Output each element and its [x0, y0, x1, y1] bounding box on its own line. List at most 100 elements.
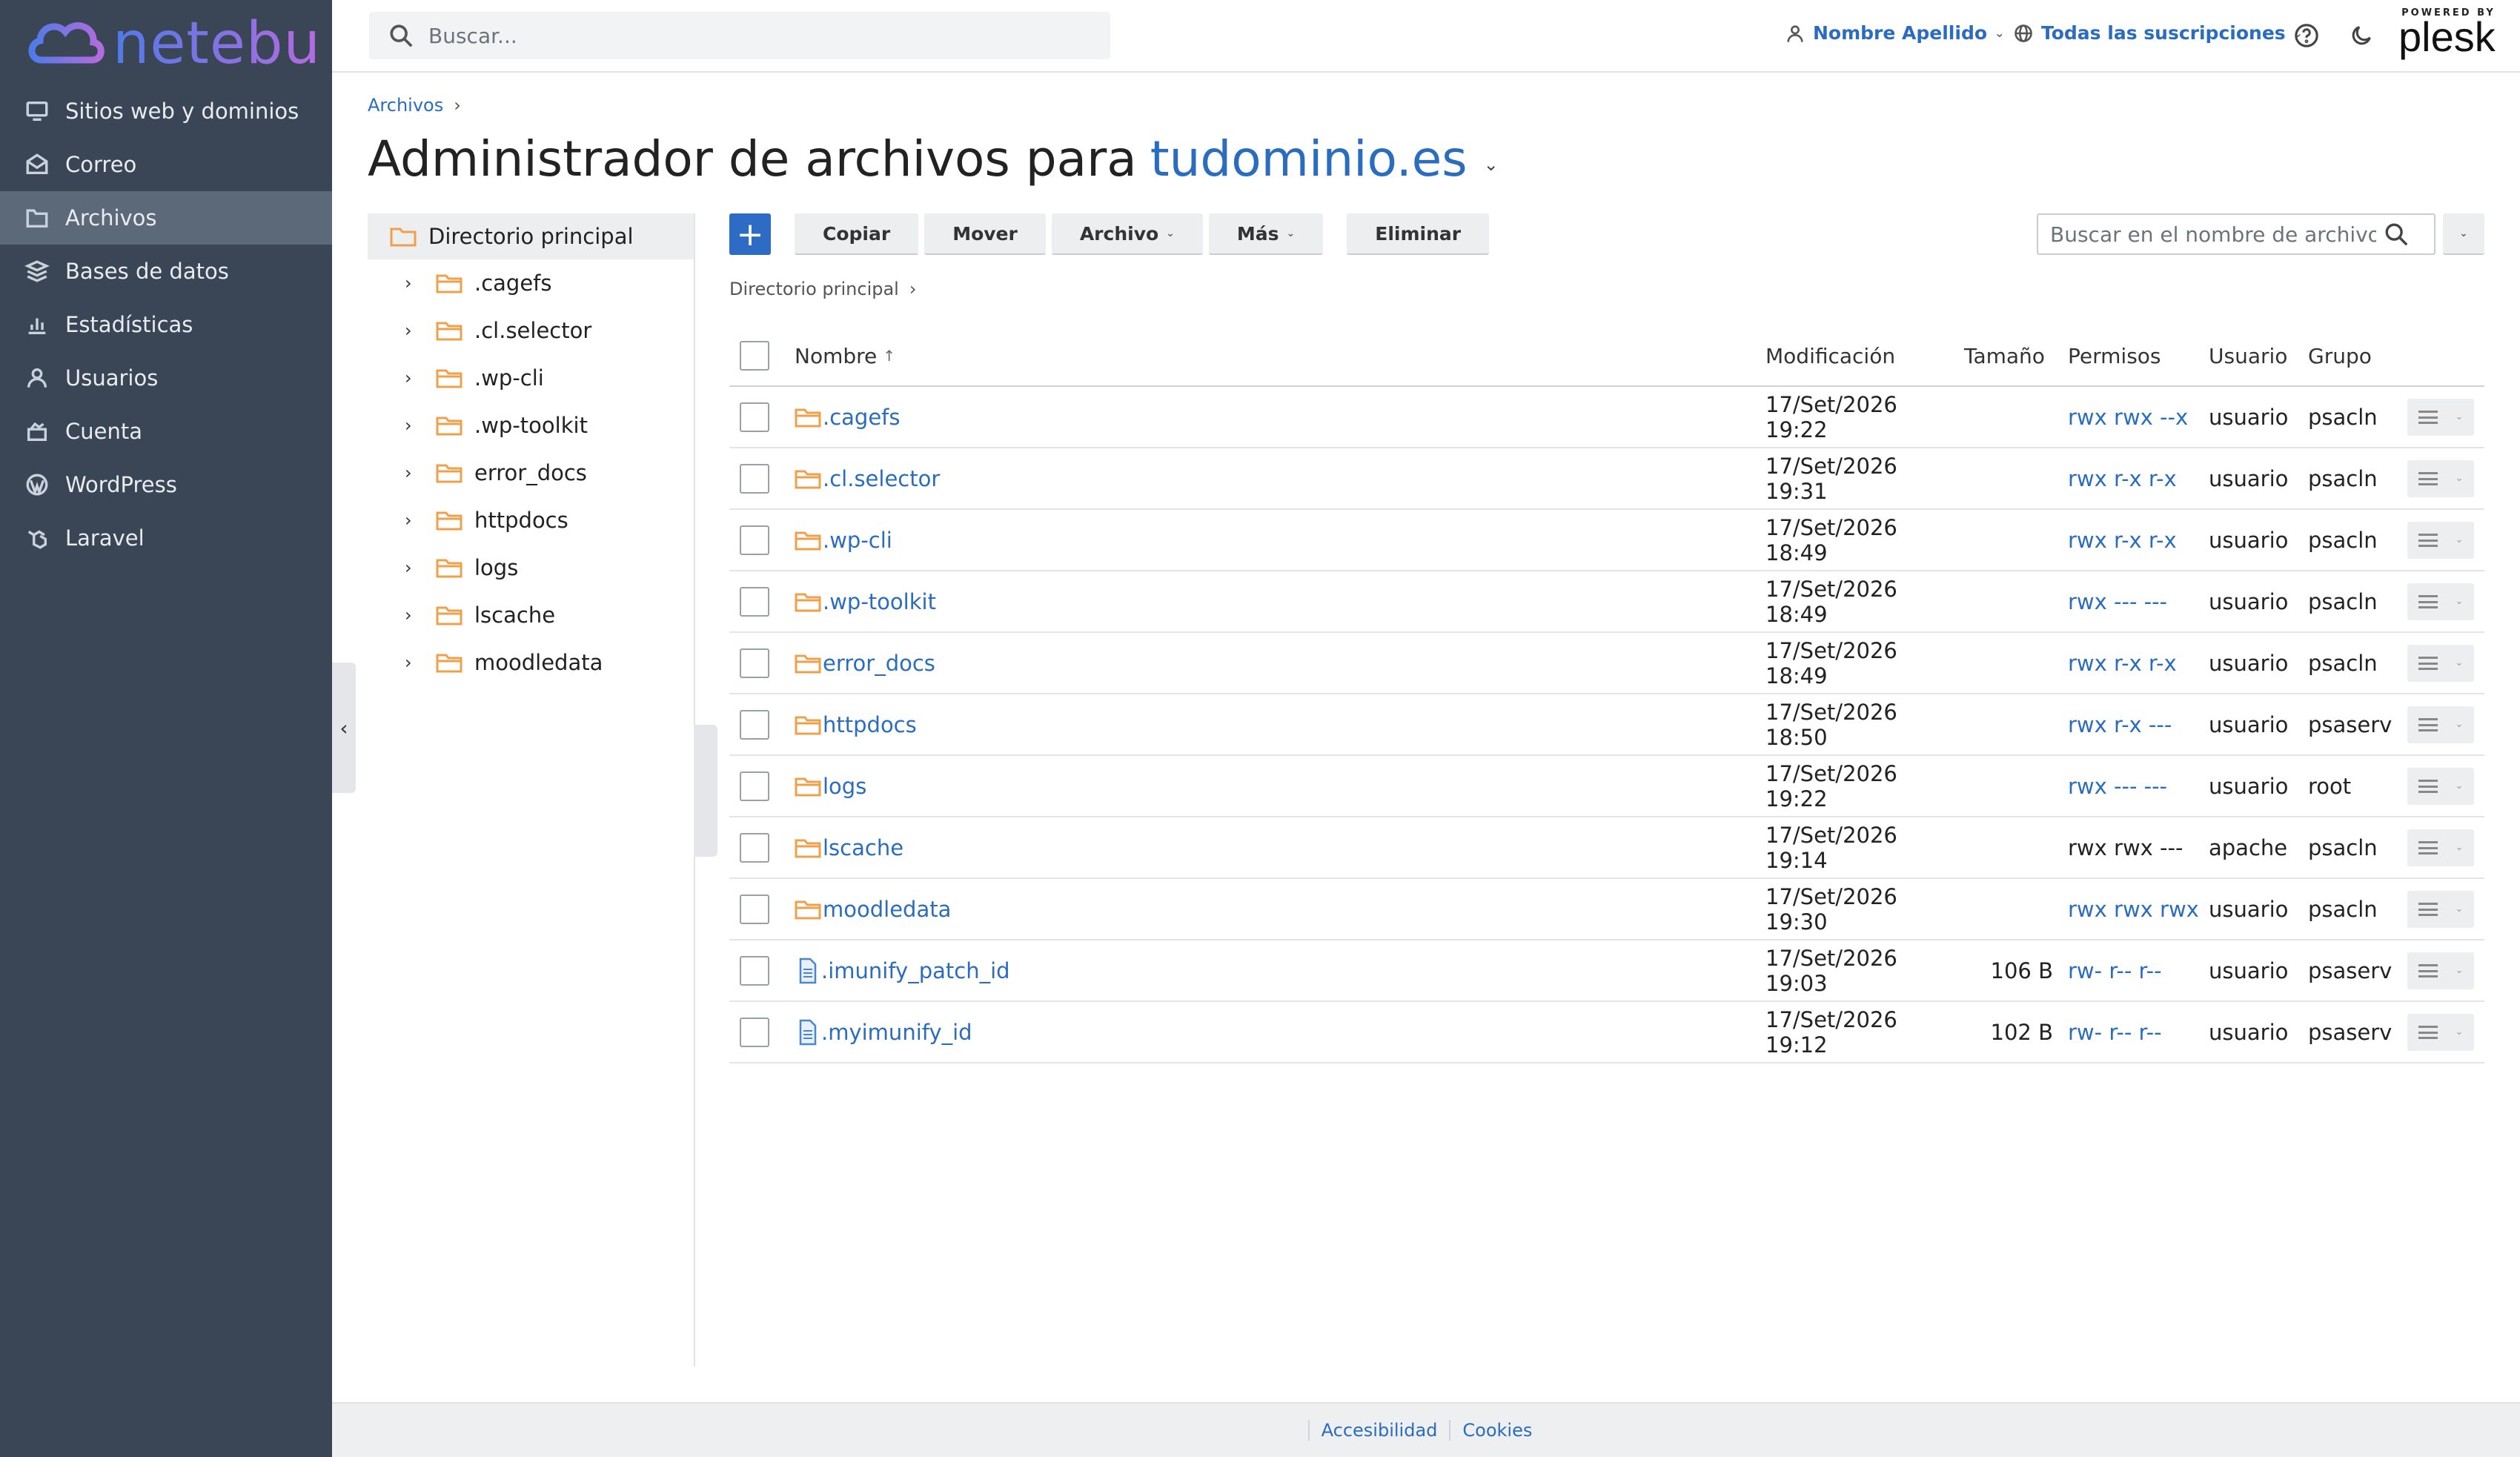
column-permissions[interactable]: Permisos	[2068, 344, 2209, 368]
chevron-right-icon[interactable]: ›	[405, 368, 422, 388]
chevron-right-icon[interactable]: ›	[405, 462, 422, 483]
column-size[interactable]: Tamaño	[1964, 344, 2068, 368]
table-row[interactable]: .cl.selector 17/Set/2026 19:31 rwx r-x r-x…	[729, 448, 2484, 510]
row-actions-button[interactable]: ⌄	[2407, 459, 2474, 497]
breadcrumb-archivos[interactable]: Archivos	[368, 95, 443, 116]
user-menu[interactable]: Nombre Apellido ⌄	[1785, 22, 2004, 44]
column-modified[interactable]: Modificación	[1765, 344, 1964, 368]
sidebar-item-usuarios[interactable]: Usuarios	[0, 351, 332, 405]
sidebar-item-archivos[interactable]: Archivos	[0, 191, 332, 245]
file-name-link[interactable]: httpdocs	[823, 712, 917, 737]
permissions-link[interactable]: rwx --- ---	[2068, 774, 2167, 799]
sidebar-item-bases-de-datos[interactable]: Bases de datos	[0, 245, 332, 298]
row-checkbox[interactable]	[740, 955, 769, 986]
subscriptions-menu[interactable]: Todas las suscripciones ⌄	[2013, 22, 2303, 44]
table-row[interactable]: .imunify_patch_id 17/Set/2026 19:03 106 B r…	[729, 940, 2484, 1002]
file-name-link[interactable]: .cagefs	[823, 405, 901, 430]
chevron-right-icon[interactable]: ›	[405, 652, 422, 673]
chevron-right-icon[interactable]: ›	[405, 605, 422, 625]
file-name-link[interactable]: lscache	[823, 835, 903, 860]
theme-toggle[interactable]	[2347, 21, 2376, 50]
row-actions-button[interactable]: ⌄	[2407, 521, 2474, 559]
sidebar-item-correo[interactable]: Correo	[0, 138, 332, 191]
row-checkbox[interactable]	[740, 1017, 769, 1047]
copy-button[interactable]: Copiar	[795, 213, 919, 255]
column-group[interactable]: Grupo	[2308, 344, 2407, 368]
permissions-link[interactable]: rwx r-x r-x	[2068, 651, 2177, 676]
domain-selector[interactable]: tudominio.es	[1150, 130, 1468, 187]
chevron-right-icon[interactable]: ›	[405, 510, 422, 531]
row-checkbox[interactable]	[740, 586, 769, 617]
sidebar-item-estad-sticas[interactable]: Estadísticas	[0, 298, 332, 351]
row-actions-button[interactable]: ⌄	[2407, 890, 2474, 928]
row-actions-button[interactable]: ⌄	[2407, 583, 2474, 620]
file-name-link[interactable]: error_docs	[823, 651, 935, 676]
file-name-link[interactable]: logs	[823, 774, 866, 799]
global-search-input[interactable]	[428, 23, 1095, 48]
permissions-link[interactable]: rwx --- ---	[2068, 589, 2167, 614]
permissions-link[interactable]: rw- r-- r--	[2068, 1020, 2162, 1045]
table-row[interactable]: .cagefs 17/Set/2026 19:22 rwx rwx --x usuar…	[729, 387, 2484, 448]
row-checkbox[interactable]	[740, 648, 769, 678]
tree-item[interactable]: › lscache	[368, 591, 694, 639]
tree-root[interactable]: Directorio principal	[368, 213, 694, 259]
path-root[interactable]: Directorio principal	[729, 279, 899, 299]
row-actions-button[interactable]: ⌄	[2407, 398, 2474, 436]
tree-item[interactable]: › httpdocs	[368, 497, 694, 544]
file-menu-button[interactable]: Archivo ⌄	[1051, 213, 1203, 255]
chevron-right-icon[interactable]: ›	[405, 557, 422, 578]
table-row[interactable]: .myimunify_id 17/Set/2026 19:12 102 B rw- r…	[729, 1002, 2484, 1063]
select-all-checkbox[interactable]	[740, 341, 769, 371]
permissions-link[interactable]: rwx r-x ---	[2068, 712, 2172, 737]
file-name-link[interactable]: .myimunify_id	[821, 1020, 972, 1045]
column-user[interactable]: Usuario	[2209, 344, 2308, 368]
permissions-link[interactable]: rwx r-x r-x	[2068, 466, 2177, 491]
row-checkbox[interactable]	[740, 832, 769, 863]
brand-logo[interactable]: netebu	[27, 10, 321, 77]
tree-item[interactable]: › .cagefs	[368, 259, 694, 307]
file-name-link[interactable]: .imunify_patch_id	[821, 958, 1010, 983]
sidebar-item-cuenta[interactable]: Cuenta	[0, 405, 332, 458]
file-search[interactable]	[2037, 213, 2436, 255]
chevron-right-icon[interactable]: ›	[405, 320, 422, 341]
row-actions-button[interactable]: ⌄	[2407, 644, 2474, 682]
search-options-button[interactable]: ⌄	[2443, 213, 2484, 255]
add-button[interactable]: +	[729, 213, 771, 255]
table-row[interactable]: error_docs 17/Set/2026 18:49 rwx r-x r-x us…	[729, 633, 2484, 694]
tree-resize-handle[interactable]	[694, 725, 717, 857]
sidebar-item-wordpress[interactable]: WordPress	[0, 458, 332, 511]
table-row[interactable]: .wp-toolkit 17/Set/2026 18:49 rwx --- --- u…	[729, 571, 2484, 633]
chevron-down-icon[interactable]: ⌄	[1484, 154, 1499, 175]
tree-item[interactable]: › .wp-toolkit	[368, 402, 694, 449]
row-actions-button[interactable]: ⌄	[2407, 1013, 2474, 1051]
permissions-link[interactable]: rwx rwx rwx	[2068, 897, 2199, 922]
sidebar-item-laravel[interactable]: Laravel	[0, 511, 332, 565]
cookies-link[interactable]: Cookies	[1449, 1420, 1544, 1441]
permissions-link[interactable]: rw- r-- r--	[2068, 958, 2162, 983]
row-actions-button[interactable]: ⌄	[2407, 952, 2474, 989]
tree-item[interactable]: › .cl.selector	[368, 307, 694, 354]
row-checkbox[interactable]	[740, 771, 769, 801]
row-actions-button[interactable]: ⌄	[2407, 706, 2474, 743]
sidebar-collapse-handle[interactable]: ‹	[332, 663, 356, 793]
tree-item[interactable]: › error_docs	[368, 449, 694, 497]
more-menu-button[interactable]: Más ⌄	[1208, 213, 1324, 255]
move-button[interactable]: Mover	[924, 213, 1046, 255]
help-button[interactable]	[2292, 21, 2321, 50]
search-icon[interactable]	[2384, 222, 2409, 247]
table-row[interactable]: .wp-cli 17/Set/2026 18:49 rwx r-x r-x usuar…	[729, 510, 2484, 571]
row-checkbox[interactable]	[740, 525, 769, 555]
tree-item[interactable]: › .wp-cli	[368, 354, 694, 402]
row-checkbox[interactable]	[740, 463, 769, 494]
table-row[interactable]: moodledata 17/Set/2026 19:30 rwx rwx rwx us…	[729, 879, 2484, 940]
table-row[interactable]: httpdocs 17/Set/2026 18:50 rwx r-x --- usua…	[729, 694, 2484, 756]
row-checkbox[interactable]	[740, 402, 769, 432]
file-name-link[interactable]: .wp-cli	[823, 528, 892, 553]
file-name-link[interactable]: .wp-toolkit	[823, 589, 936, 614]
row-checkbox[interactable]	[740, 894, 769, 924]
permissions-link[interactable]: rwx r-x r-x	[2068, 528, 2177, 553]
chevron-right-icon[interactable]: ›	[405, 273, 422, 293]
delete-button[interactable]: Eliminar	[1347, 213, 1490, 255]
file-name-link[interactable]: .cl.selector	[823, 466, 940, 491]
global-search[interactable]	[369, 12, 1110, 59]
